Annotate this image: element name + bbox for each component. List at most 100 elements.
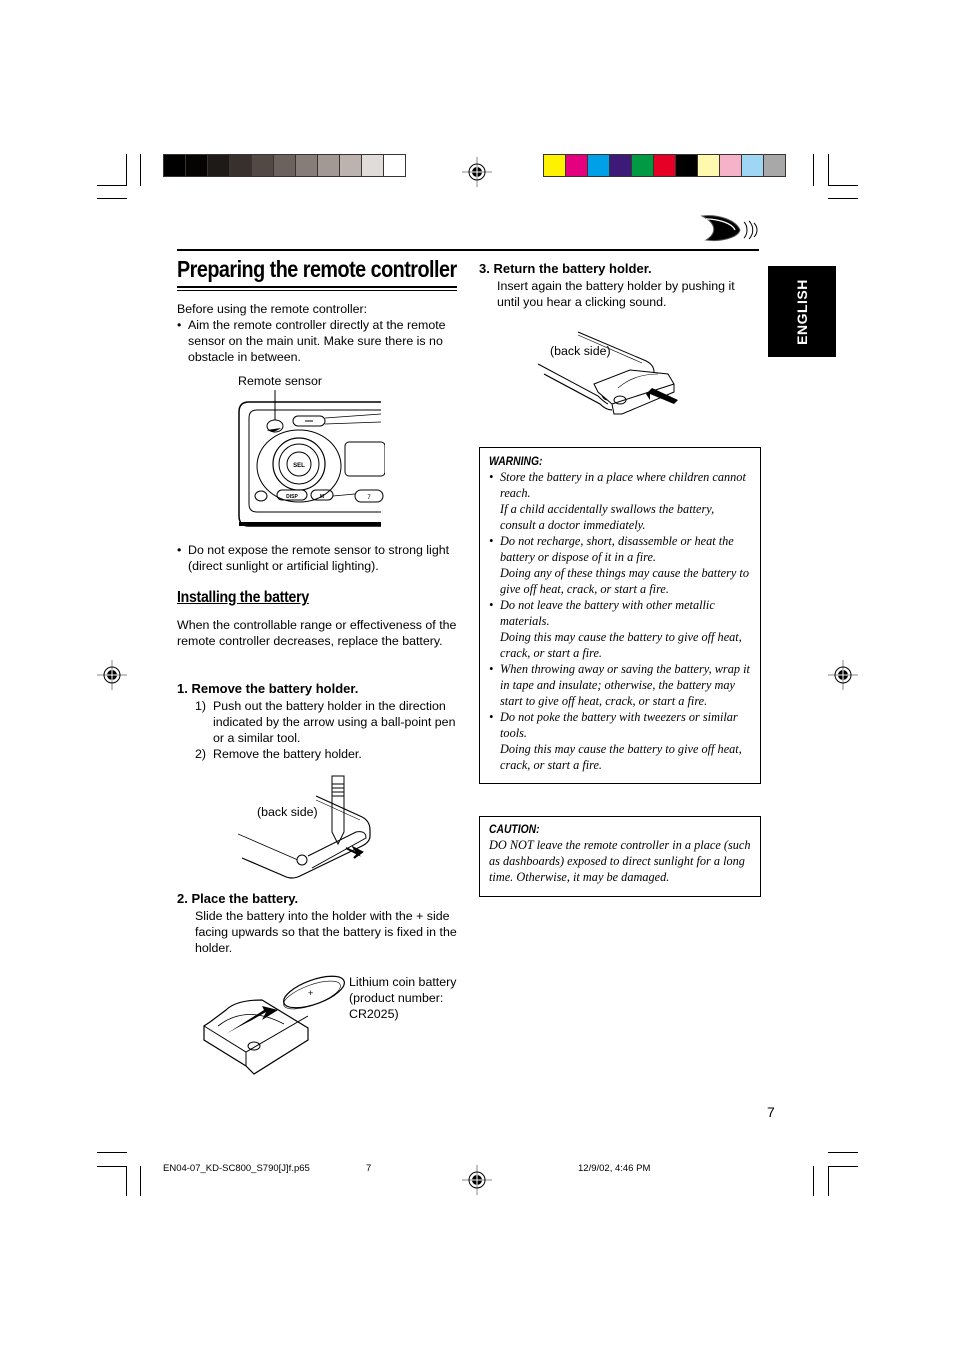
svg-text:+: + xyxy=(308,988,313,998)
crop-mark xyxy=(828,1152,858,1153)
sensor-caution-section: Do not expose the remote sensor to stron… xyxy=(177,542,462,574)
crop-mark xyxy=(828,154,829,186)
sub-step-number: 1) xyxy=(195,699,207,713)
return-battery-holder-illustration xyxy=(538,331,678,415)
sel-button-label: SEL xyxy=(293,463,305,469)
color-swatch xyxy=(720,155,741,176)
footer-timestamp: 12/9/02, 4:46 PM xyxy=(578,1163,651,1174)
footer-page: 7 xyxy=(366,1163,372,1174)
step-3: 3. Return the battery holder. Insert aga… xyxy=(479,261,754,310)
car-unit-faceplate-illustration: SEL DISP M 7 xyxy=(238,390,385,527)
sound-wave-logo-icon xyxy=(700,215,758,241)
remote-sensor-label: Remote sensor xyxy=(238,374,323,388)
color-swatch xyxy=(544,155,565,176)
battery-label: Lithium coin battery (product number: CR… xyxy=(349,975,457,1021)
caution-heading: CAUTION: xyxy=(489,824,540,836)
section-intro-text: When the controllable range or effective… xyxy=(177,618,457,648)
crop-mark xyxy=(126,154,127,186)
color-swatch xyxy=(632,155,653,176)
language-tab: ENGLISH xyxy=(768,266,836,357)
m-button-label: M xyxy=(320,494,324,500)
step-2-text: Slide the battery into the holder with t… xyxy=(195,909,457,955)
intro-text: Before using the remote controller: xyxy=(177,302,368,316)
bullet-item: Do not expose the remote sensor to stron… xyxy=(177,542,462,574)
crop-mark xyxy=(828,1166,858,1167)
color-swatch xyxy=(742,155,763,176)
color-swatch xyxy=(676,155,697,176)
step-3-title: 3. Return the battery holder. xyxy=(479,261,652,276)
color-swatch xyxy=(610,155,631,176)
caution-text: DO NOT leave the remote controller in a … xyxy=(489,838,751,884)
crop-mark xyxy=(828,198,858,199)
title-underline xyxy=(177,290,457,291)
crop-mark xyxy=(97,185,127,186)
disp-button-label: DISP xyxy=(286,494,298,500)
page-title: Preparing the remote controller xyxy=(177,256,457,282)
warning-item: Do not recharge, short, disassemble or h… xyxy=(489,533,751,597)
warning-list: Store the battery in a place where child… xyxy=(489,469,751,773)
registration-mark-icon xyxy=(97,660,127,690)
color-calibration-bar xyxy=(543,154,786,177)
warning-item-text: Do not leave the battery with other meta… xyxy=(500,598,715,628)
warning-item: Do not poke the battery with tweezers or… xyxy=(489,709,751,773)
grayscale-swatch xyxy=(230,155,251,176)
sub-step-text: Remove the battery holder. xyxy=(213,747,362,761)
crop-mark xyxy=(140,154,141,186)
sub-step: 2) Remove the battery holder. xyxy=(195,746,462,762)
crop-mark xyxy=(126,1166,127,1196)
warning-item-text: Store the battery in a place where child… xyxy=(500,470,746,500)
warning-heading: WARNING: xyxy=(489,456,543,468)
step-1-title: 1. Remove the battery holder. xyxy=(177,681,359,696)
color-swatch xyxy=(588,155,609,176)
remove-battery-holder-illustration xyxy=(238,775,371,879)
crop-mark xyxy=(813,154,814,186)
step-3-text: Insert again the battery holder by pushi… xyxy=(497,279,735,309)
place-battery-illustration: + xyxy=(203,975,345,1075)
color-swatch xyxy=(764,155,785,176)
grayscale-swatch xyxy=(318,155,339,176)
grayscale-swatch xyxy=(186,155,207,176)
warning-item-consequence: If a child accidentally swallows the bat… xyxy=(500,502,715,532)
caution-box: CAUTION: DO NOT leave the remote control… xyxy=(479,816,761,897)
intro-section: Before using the remote controller: Aim … xyxy=(177,301,462,365)
crop-mark xyxy=(97,198,127,199)
registration-mark-icon xyxy=(462,1165,492,1195)
title-underline xyxy=(177,286,457,288)
warning-item-text: When throwing away or saving the battery… xyxy=(500,662,750,708)
warning-item-consequence: Doing this may cause the battery to give… xyxy=(500,742,742,772)
crop-mark xyxy=(828,1166,829,1196)
section-heading: Installing the battery xyxy=(177,589,309,606)
crop-mark xyxy=(813,1166,814,1196)
preset-button-label: 7 xyxy=(367,495,371,501)
sub-step: 1) Push out the battery holder in the di… xyxy=(195,698,462,746)
grayscale-calibration-bar xyxy=(163,154,406,177)
step-1: 1. Remove the battery holder. 1) Push ou… xyxy=(177,681,462,762)
sub-step-text: Push out the battery holder in the direc… xyxy=(213,699,456,745)
page-number: 7 xyxy=(767,1104,775,1120)
warning-item: Do not leave the battery with other meta… xyxy=(489,597,751,661)
warning-item-text: Do not recharge, short, disassemble or h… xyxy=(500,534,734,564)
warning-box: WARNING: Store the battery in a place wh… xyxy=(479,447,761,784)
crop-mark xyxy=(97,1166,127,1167)
header-rule xyxy=(177,249,759,251)
warning-item: When throwing away or saving the battery… xyxy=(489,661,751,709)
color-swatch xyxy=(698,155,719,176)
grayscale-swatch xyxy=(208,155,229,176)
grayscale-swatch xyxy=(296,155,317,176)
sub-step-number: 2) xyxy=(195,747,207,761)
registration-mark-icon xyxy=(462,157,492,187)
color-swatch xyxy=(566,155,587,176)
grayscale-swatch xyxy=(164,155,185,176)
warning-item: Store the battery in a place where child… xyxy=(489,469,751,533)
language-tab-label: ENGLISH xyxy=(794,278,810,345)
warning-item-text: Do not poke the battery with tweezers or… xyxy=(500,710,738,740)
bullet-item: Aim the remote controller directly at th… xyxy=(177,317,462,365)
color-swatch xyxy=(654,155,675,176)
crop-mark xyxy=(97,1152,127,1153)
grayscale-swatch xyxy=(340,155,361,176)
grayscale-swatch xyxy=(274,155,295,176)
grayscale-swatch xyxy=(384,155,405,176)
step-2: 2. Place the battery. Slide the battery … xyxy=(177,891,462,956)
step-2-title: 2. Place the battery. xyxy=(177,891,299,906)
warning-item-consequence: Doing any of these things may cause the … xyxy=(500,566,749,596)
